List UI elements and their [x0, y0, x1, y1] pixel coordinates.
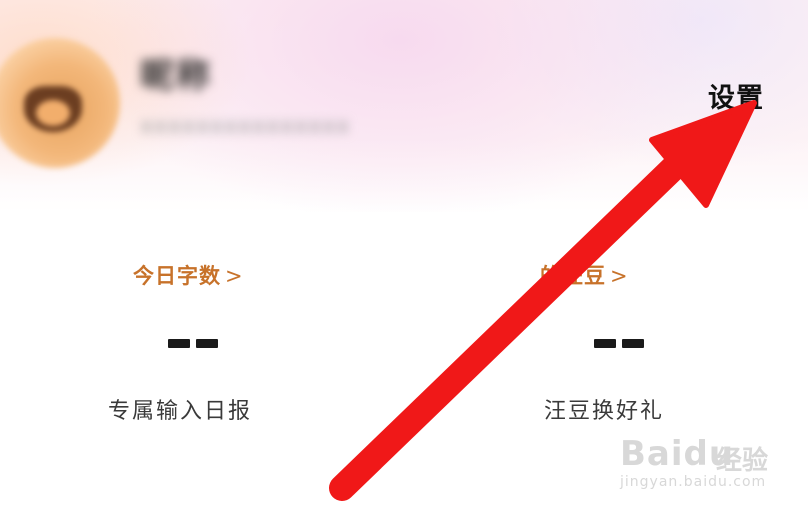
dash	[622, 339, 644, 348]
settings-button[interactable]: 设置	[708, 76, 764, 115]
username[interactable]: 昵称	[140, 48, 212, 97]
stat-beans-desc[interactable]: 汪豆换好礼	[544, 393, 664, 425]
chevron-right-icon: >	[225, 264, 244, 288]
stat-beans-title: 的汪豆	[540, 264, 606, 288]
dash	[594, 339, 616, 348]
stat-today-words-value	[168, 339, 218, 348]
profile-header: 昵称 xxxxxxxxxxxxxxx 设置	[0, 0, 808, 212]
dash	[196, 339, 218, 348]
stat-today-words-desc[interactable]: 专属输入日报	[108, 393, 252, 425]
stat-beans-value	[594, 339, 644, 348]
watermark-product: 经验	[716, 446, 769, 476]
watermark: Baidu 经验 jingyan.baidu.com	[620, 430, 790, 494]
watermark-url: jingyan.baidu.com	[620, 474, 767, 490]
stat-beans-link[interactable]: 的汪豆 >	[540, 260, 629, 290]
dash	[168, 339, 190, 348]
stat-today-words-title: 今日字数	[133, 264, 221, 288]
avatar-mouth	[36, 100, 70, 126]
chevron-right-icon: >	[610, 264, 629, 288]
user-subline: xxxxxxxxxxxxxxx	[140, 114, 351, 139]
avatar[interactable]	[0, 38, 120, 168]
stat-today-words-link[interactable]: 今日字数 >	[133, 260, 244, 290]
